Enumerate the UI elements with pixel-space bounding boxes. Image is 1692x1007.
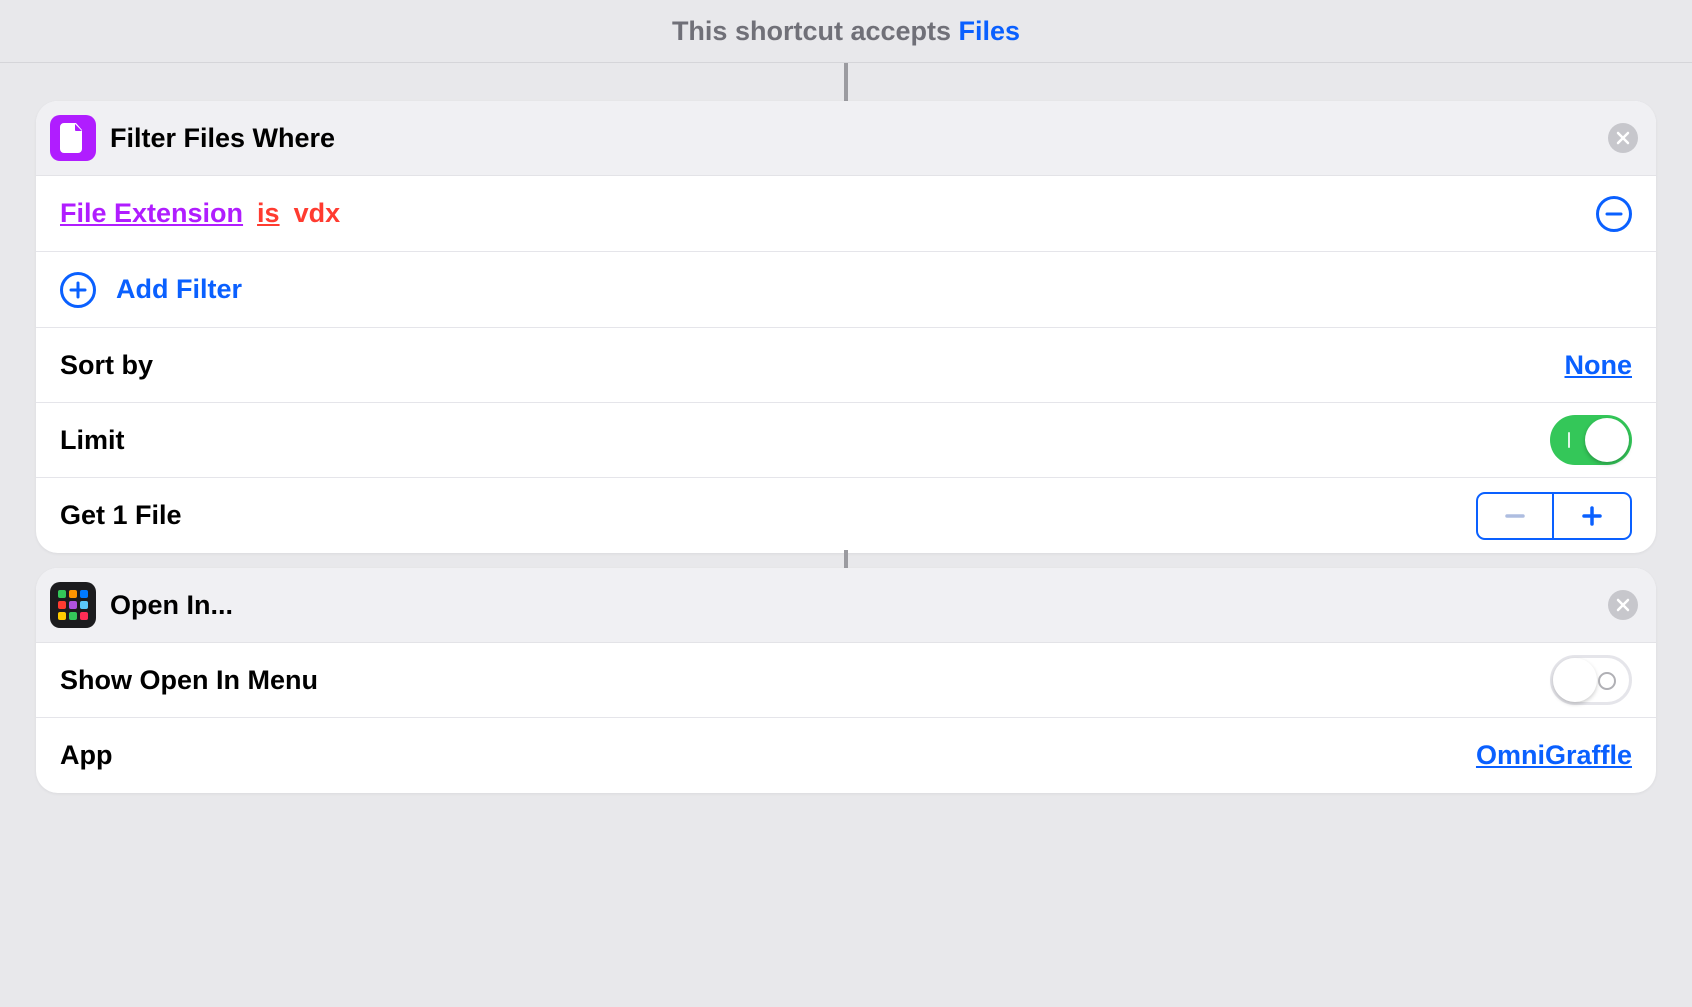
- app-grid-icon: [50, 582, 96, 628]
- sort-by-value[interactable]: None: [1565, 350, 1633, 381]
- header-prefix: This shortcut accepts: [672, 16, 959, 46]
- app-row: App OmniGraffle: [36, 718, 1656, 793]
- action-card-open-in: Open In... Show Open In Menu App OmniGra…: [36, 568, 1656, 793]
- filter-attribute[interactable]: File Extension: [60, 198, 243, 229]
- flow-connector: [844, 63, 848, 101]
- action-title: Open In...: [110, 590, 1608, 621]
- header-input-type[interactable]: Files: [959, 16, 1021, 46]
- limit-toggle[interactable]: [1550, 415, 1632, 465]
- get-count-row: Get 1 File: [36, 478, 1656, 553]
- show-open-in-menu-row: Show Open In Menu: [36, 643, 1656, 718]
- app-value[interactable]: OmniGraffle: [1476, 740, 1632, 771]
- action-header[interactable]: Open In...: [36, 568, 1656, 643]
- limit-row: Limit: [36, 403, 1656, 478]
- action-title: Filter Files Where: [110, 123, 1608, 154]
- plus-circle-icon: [60, 272, 96, 308]
- count-stepper: [1476, 492, 1632, 540]
- shortcut-input-header[interactable]: This shortcut accepts Files: [0, 0, 1692, 63]
- filter-operator[interactable]: is: [257, 198, 280, 229]
- flow-connector: [844, 550, 848, 568]
- remove-filter-button[interactable]: [1596, 196, 1632, 232]
- sort-by-row: Sort by None: [36, 328, 1656, 403]
- action-header[interactable]: Filter Files Where: [36, 101, 1656, 176]
- remove-action-button[interactable]: [1608, 590, 1638, 620]
- filter-value[interactable]: vdx: [294, 198, 341, 229]
- get-count-label: Get 1 File: [60, 500, 1476, 531]
- stepper-increment[interactable]: [1554, 494, 1630, 538]
- show-open-in-menu-label: Show Open In Menu: [60, 665, 1550, 696]
- stepper-decrement[interactable]: [1478, 494, 1554, 538]
- add-filter-button[interactable]: Add Filter: [36, 252, 1656, 328]
- app-label: App: [60, 740, 1476, 771]
- add-filter-label: Add Filter: [116, 274, 242, 305]
- action-card-filter-files: Filter Files Where File Extension is vdx…: [36, 101, 1656, 553]
- filter-condition-row: File Extension is vdx: [36, 176, 1656, 252]
- limit-label: Limit: [60, 425, 1550, 456]
- remove-action-button[interactable]: [1608, 123, 1638, 153]
- sort-by-label: Sort by: [60, 350, 1565, 381]
- show-open-in-menu-toggle[interactable]: [1550, 655, 1632, 705]
- file-icon: [50, 115, 96, 161]
